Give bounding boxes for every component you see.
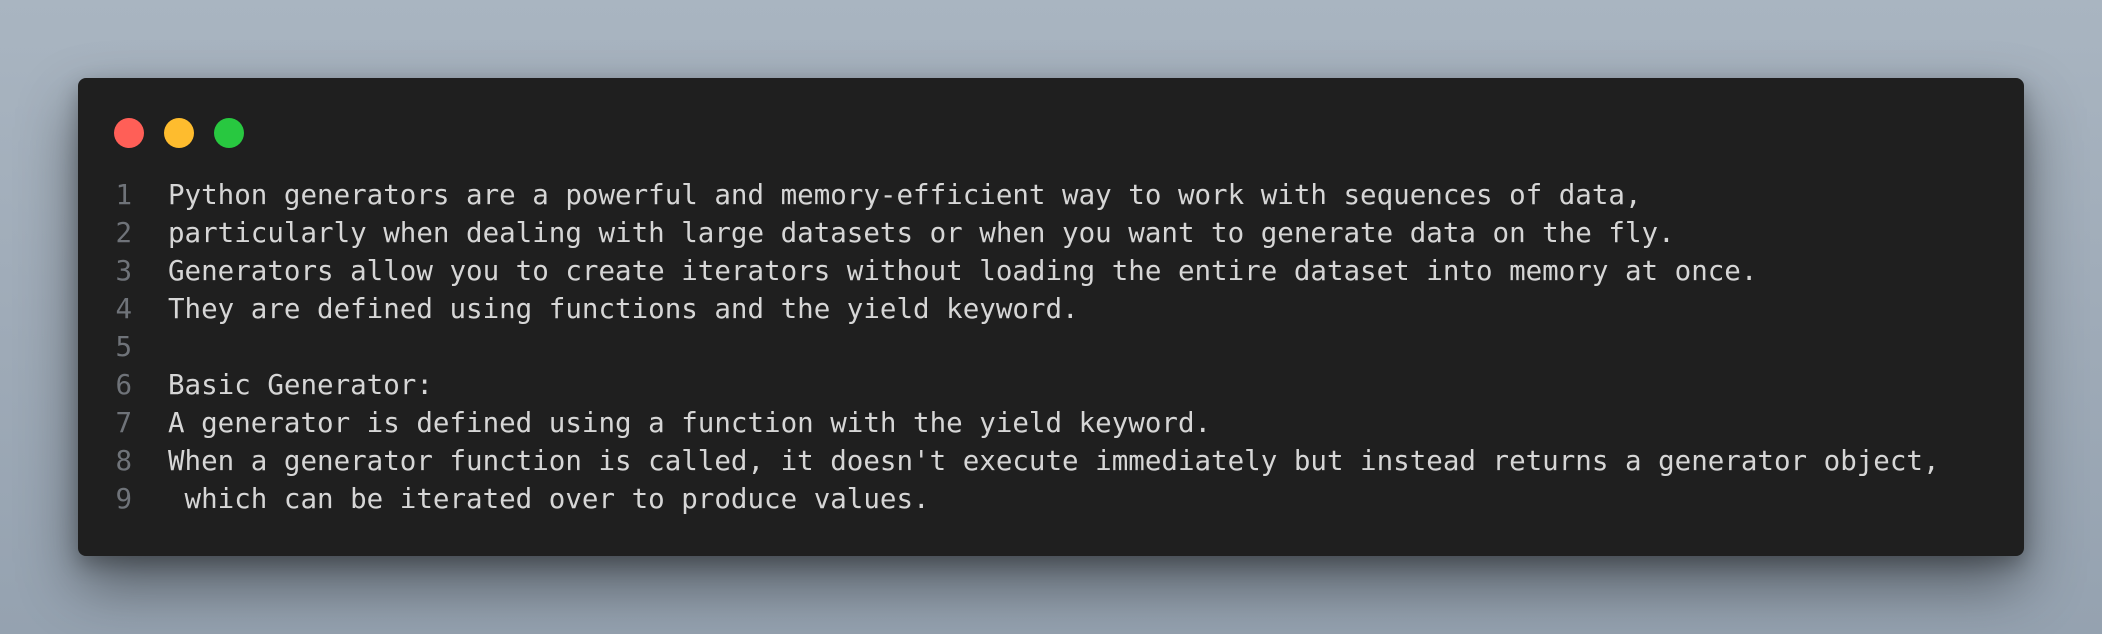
line-number: 5: [115, 331, 132, 363]
window-titlebar: [114, 118, 244, 148]
line-text: When a generator function is called, it …: [168, 445, 1940, 477]
code-line: 3 Generators allow you to create iterato…: [78, 252, 2024, 290]
code-line: 2 particularly when dealing with large d…: [78, 214, 2024, 252]
line-text: A generator is defined using a function …: [168, 407, 1212, 439]
line-number: 2: [115, 217, 132, 249]
close-dot-icon[interactable]: [114, 118, 144, 148]
line-number: 7: [115, 407, 132, 439]
line-number: 3: [115, 255, 132, 287]
line-number: 6: [115, 369, 132, 401]
line-text: which can be iterated over to produce va…: [168, 483, 930, 515]
line-text: They are defined using functions and the…: [168, 293, 1079, 325]
code-line: 1 Python generators are a powerful and m…: [78, 176, 2024, 214]
line-text: Generators allow you to create iterators…: [168, 255, 1758, 287]
code-line: 8 When a generator function is called, i…: [78, 442, 2024, 480]
line-text: Python generators are a powerful and mem…: [168, 179, 1642, 211]
code-line: 9 which can be iterated over to produce …: [78, 480, 2024, 518]
line-number: 4: [115, 293, 132, 325]
maximize-dot-icon[interactable]: [214, 118, 244, 148]
minimize-dot-icon[interactable]: [164, 118, 194, 148]
code-line: 6 Basic Generator:: [78, 366, 2024, 404]
line-number: 8: [115, 445, 132, 477]
line-number: 1: [115, 179, 132, 211]
line-text: Basic Generator:: [168, 369, 433, 401]
code-area[interactable]: 1 Python generators are a powerful and m…: [78, 176, 2024, 518]
code-window: 1 Python generators are a powerful and m…: [78, 78, 2024, 556]
code-line: 4 They are defined using functions and t…: [78, 290, 2024, 328]
line-number: 9: [115, 483, 132, 515]
code-line: 5: [78, 328, 2024, 366]
code-line: 7 A generator is defined using a functio…: [78, 404, 2024, 442]
line-text: [132, 328, 168, 366]
line-text: particularly when dealing with large dat…: [168, 217, 1675, 249]
